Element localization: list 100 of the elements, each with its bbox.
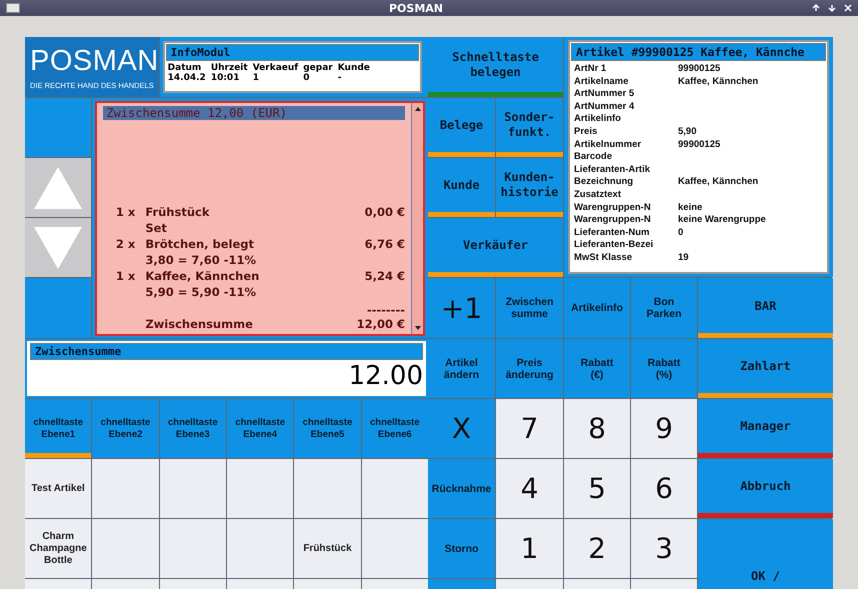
quick-key-tab[interactable]: chnelltaste Ebene3 [160, 399, 226, 458]
field-value: Kaffee, Kännchen [678, 76, 758, 87]
close-icon[interactable] [844, 4, 852, 12]
info-value: 14.04.2 [168, 73, 206, 83]
blank-key[interactable] [564, 579, 630, 589]
info-value: 10:01 [210, 73, 240, 83]
field-value: 5,90 [678, 126, 696, 137]
quick-key[interactable] [294, 579, 361, 589]
field-label: Artikelname [574, 76, 628, 87]
window-menu-icon[interactable] [6, 3, 20, 13]
field-label: MwSt Klasse [574, 252, 632, 263]
keypad-key[interactable]: 5 [564, 459, 630, 518]
quick-key-tab[interactable]: chnelltaste Ebene4 [227, 399, 294, 458]
quick-key[interactable] [294, 459, 361, 518]
scroll-down-icon[interactable] [414, 325, 422, 331]
payment-button[interactable]: Manager [698, 399, 833, 458]
field-value: 0 [678, 226, 684, 238]
keypad-key[interactable]: Preis änderung [496, 339, 563, 398]
info-column-header: Verkaeuf [252, 63, 298, 73]
function-button[interactable]: Belege [428, 98, 495, 157]
triangle-up-icon [33, 166, 84, 210]
receipt-item-text: Set [145, 221, 167, 235]
quick-key-tab[interactable]: chnelltaste Ebene2 [92, 399, 159, 458]
arrow-up-icon[interactable] [812, 4, 820, 12]
keypad-key[interactable]: Artikelinfo [564, 278, 630, 338]
info-value: 0 [303, 73, 310, 83]
blank-key[interactable] [631, 579, 697, 589]
function-button[interactable]: Sonder- funkt. [496, 98, 563, 157]
receipt-total-label: Zwischensumme [145, 317, 253, 331]
field-label: ArtNummer 5 [574, 88, 634, 100]
receipt-quantity: 1 x [116, 205, 136, 219]
receipt-item-text: Kaffee, Kännchen [145, 269, 260, 283]
receipt-item-text: 5,90 = 5,90 -11% [145, 285, 256, 299]
keypad-key[interactable]: 7 [496, 399, 563, 458]
keypad-key[interactable]: Rabatt (%) [631, 339, 697, 398]
quick-key[interactable] [160, 459, 226, 518]
quick-key[interactable] [92, 579, 159, 589]
field-label: ArtNr 1 [574, 63, 606, 74]
triangle-down-icon [33, 226, 84, 270]
quick-key[interactable]: Test Artikel [25, 459, 92, 518]
receipt-quantity: 2 x [116, 237, 136, 251]
keypad-key[interactable]: Zwischen summe [496, 278, 563, 338]
field-label: Zusatztext [574, 188, 621, 200]
keypad-key[interactable]: 3 [631, 519, 697, 578]
quick-key[interactable] [160, 519, 226, 578]
scrollbar[interactable] [411, 103, 423, 334]
blank-key[interactable] [25, 98, 92, 157]
quick-key[interactable]: Frühstück [294, 519, 361, 578]
field-label: Lieferanten-Artik [574, 164, 650, 175]
keypad-key[interactable]: X [428, 399, 495, 458]
keypad-key[interactable]: +1 [428, 278, 495, 338]
keypad-key[interactable]: 6 [631, 459, 697, 518]
field-value: keine Warengruppe [678, 214, 766, 226]
quick-key[interactable] [227, 579, 294, 589]
quick-key[interactable] [160, 579, 226, 589]
keypad-key[interactable]: Rücknahme [428, 459, 495, 518]
function-button[interactable]: Schnelltaste belegen [428, 37, 563, 97]
field-label: ArtNummer 4 [574, 100, 634, 112]
quick-key-tab[interactable]: chnelltaste Ebene6 [362, 399, 428, 458]
field-label: Preis [574, 126, 598, 137]
keypad-key[interactable]: 8 [564, 399, 630, 458]
function-button[interactable]: Kunde [428, 158, 495, 217]
keypad-key[interactable]: Storno [428, 519, 495, 578]
keypad-key[interactable]: Bon Parken [631, 278, 697, 338]
quick-key[interactable] [92, 459, 159, 518]
quick-key[interactable] [227, 519, 294, 578]
quick-key[interactable]: Charm Champagne Bottle [25, 519, 92, 578]
quick-key[interactable] [362, 459, 428, 518]
blank-key[interactable] [428, 579, 495, 589]
quick-key[interactable] [227, 459, 294, 518]
payment-button[interactable]: BAR [698, 278, 833, 338]
quick-key-tab[interactable]: chnelltaste Ebene5 [294, 399, 361, 458]
payment-button[interactable]: Zahlart [698, 339, 833, 398]
keypad-key[interactable]: 1 [496, 519, 563, 578]
field-label: Lieferanten-Bezei [574, 239, 654, 250]
quick-key[interactable] [362, 579, 428, 589]
blank-key[interactable] [25, 278, 92, 338]
scroll-up-icon[interactable] [414, 106, 422, 112]
function-button[interactable]: Kunden- historie [496, 158, 563, 217]
keypad-key[interactable]: 9 [631, 399, 697, 458]
window-title: POSMAN [388, 2, 444, 14]
article-title: Artikel #99900125 Kaffee, Kännche [571, 43, 826, 61]
blank-key[interactable] [496, 579, 563, 589]
info-value: 1 [252, 73, 260, 83]
quick-key[interactable] [92, 519, 159, 578]
scroll-up-key[interactable] [25, 158, 92, 217]
keypad-key[interactable]: Rabatt (€) [564, 339, 630, 398]
payment-button[interactable]: Abbruch [698, 459, 833, 518]
function-button[interactable]: Verkäufer [428, 218, 563, 277]
keypad-key[interactable]: Artikel ändern [428, 339, 495, 398]
field-label: Lieferanten-Num [574, 226, 650, 238]
keypad-key[interactable]: 2 [564, 519, 630, 578]
quick-key[interactable] [25, 579, 92, 589]
scroll-down-key[interactable] [25, 218, 92, 277]
payment-button[interactable]: OK / [698, 519, 833, 589]
receipt-title: Zwischensumme 12,00 (EUR) [103, 106, 405, 120]
quick-key[interactable] [362, 519, 428, 578]
arrow-down-icon[interactable] [828, 4, 836, 12]
quick-key-tab[interactable]: chnelltaste Ebene1 [25, 399, 92, 458]
keypad-key[interactable]: 4 [496, 459, 563, 518]
